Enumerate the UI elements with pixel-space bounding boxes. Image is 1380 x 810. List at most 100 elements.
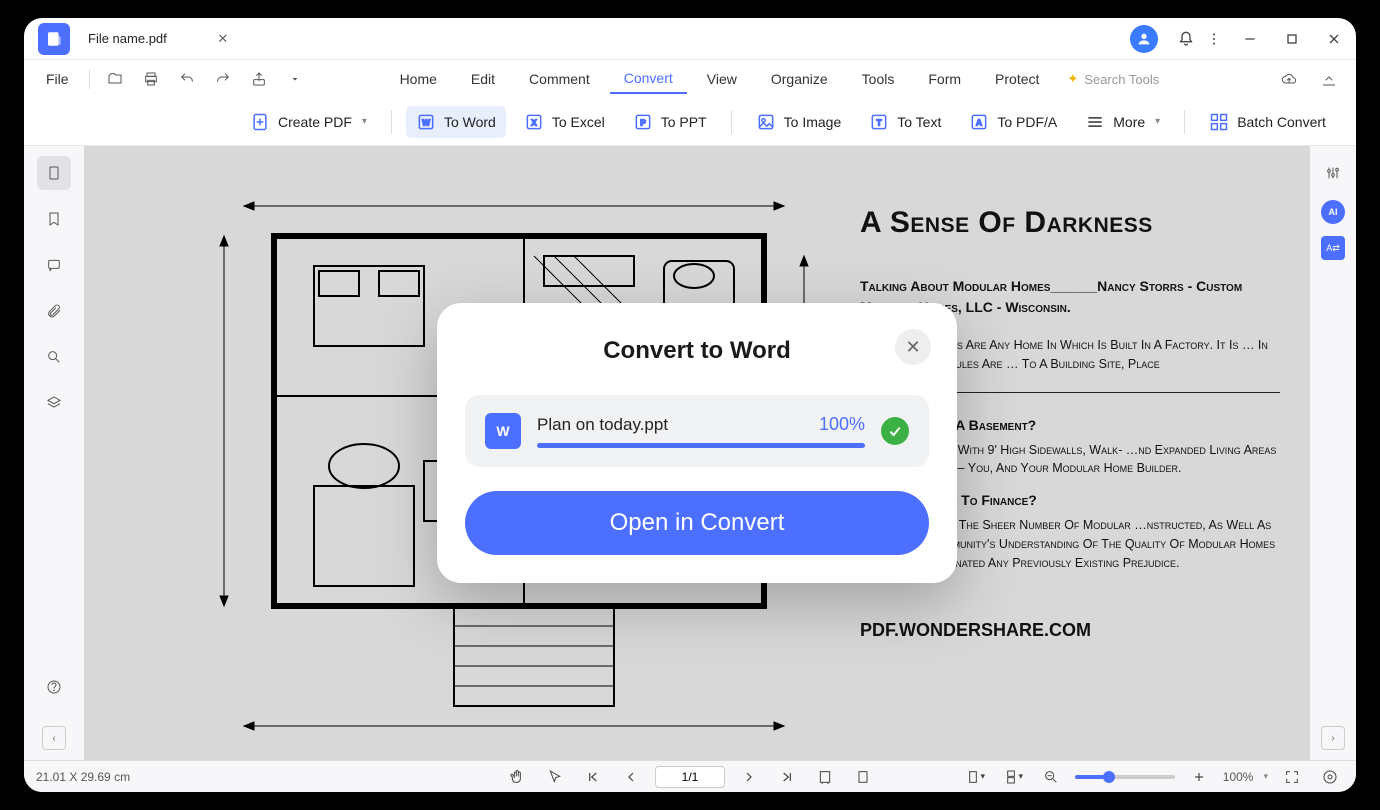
- title-bar: File name.pdf ✕: [24, 18, 1356, 60]
- conversion-file-name: Plan on today.ppt: [537, 415, 668, 435]
- redo-icon[interactable]: [208, 64, 238, 94]
- text-icon: T: [869, 112, 889, 132]
- ai-assistant-icon[interactable]: AI: [1321, 200, 1345, 224]
- search-tools-placeholder: Search Tools: [1084, 72, 1159, 87]
- open-in-convert-button[interactable]: Open in Convert: [465, 491, 929, 555]
- fullscreen-icon[interactable]: [1278, 763, 1306, 791]
- read-mode-icon[interactable]: [1316, 763, 1344, 791]
- menu-comment[interactable]: Comment: [515, 65, 604, 93]
- collapse-ribbon-icon[interactable]: [1314, 64, 1344, 94]
- cloud-upload-icon[interactable]: [1274, 64, 1304, 94]
- document-canvas[interactable]: A Sense Of Darkness Talking About Modula…: [84, 146, 1310, 760]
- create-pdf-button[interactable]: Create PDF ▾: [240, 106, 377, 138]
- layers-icon[interactable]: [37, 386, 71, 420]
- bookmarks-icon[interactable]: [37, 202, 71, 236]
- document-tab[interactable]: File name.pdf ✕: [84, 31, 243, 47]
- fit-page-icon[interactable]: [849, 763, 877, 791]
- svg-text:X: X: [531, 117, 537, 127]
- convert-dialog: Convert to Word ✕ W Plan on today.ppt 10…: [437, 303, 957, 583]
- chevron-down-icon: ▾: [1155, 116, 1160, 127]
- status-bar: 21.01 X 29.69 cm ▾ ▾ 100% ▾: [24, 760, 1356, 792]
- word-file-icon: W: [485, 413, 521, 449]
- maximize-icon[interactable]: [1278, 25, 1306, 53]
- undo-icon[interactable]: [172, 64, 202, 94]
- thumbnails-icon[interactable]: [37, 156, 71, 190]
- next-page-icon[interactable]: [735, 763, 763, 791]
- conversion-file-row: W Plan on today.ppt 100%: [465, 395, 929, 467]
- convert-toolbar: Create PDF ▾ W To Word X To Excel P To P…: [24, 98, 1356, 146]
- dialog-backdrop: Convert to Word ✕ W Plan on today.ppt 10…: [84, 146, 1310, 760]
- expand-right-icon[interactable]: ›: [1321, 726, 1345, 750]
- attachments-icon[interactable]: [37, 294, 71, 328]
- comments-icon[interactable]: [37, 248, 71, 282]
- help-icon[interactable]: [37, 670, 71, 704]
- prev-page-icon[interactable]: [617, 763, 645, 791]
- first-page-icon[interactable]: [579, 763, 607, 791]
- collapse-left-icon[interactable]: ‹: [42, 726, 66, 750]
- zoom-in-icon[interactable]: [1185, 763, 1213, 791]
- svg-text:A: A: [976, 117, 982, 127]
- file-menu[interactable]: File: [36, 67, 79, 91]
- zoom-dropdown-icon[interactable]: ▾: [1263, 771, 1268, 782]
- print-icon[interactable]: [136, 64, 166, 94]
- to-image-button[interactable]: To Image: [746, 106, 852, 138]
- svg-text:P: P: [640, 117, 646, 127]
- menu-tools[interactable]: Tools: [848, 65, 909, 93]
- fit-width-icon[interactable]: [811, 763, 839, 791]
- notification-icon[interactable]: [1172, 25, 1200, 53]
- left-panel: ‹: [24, 146, 84, 760]
- menu-convert[interactable]: Convert: [610, 64, 687, 94]
- zoom-out-icon[interactable]: [1037, 763, 1065, 791]
- kebab-menu-icon[interactable]: [1200, 25, 1228, 53]
- properties-icon[interactable]: [1318, 158, 1348, 188]
- select-tool-icon[interactable]: [541, 763, 569, 791]
- zoom-level[interactable]: 100%: [1223, 770, 1254, 784]
- menu-edit[interactable]: Edit: [457, 65, 509, 93]
- menu-protect[interactable]: Protect: [981, 65, 1053, 93]
- excel-icon: X: [524, 112, 544, 132]
- menu-form[interactable]: Form: [914, 65, 975, 93]
- success-check-icon: [881, 417, 909, 445]
- to-ppt-button[interactable]: P To PPT: [623, 106, 717, 138]
- continuous-icon[interactable]: ▾: [999, 763, 1027, 791]
- svg-text:T: T: [877, 117, 882, 127]
- to-pdfa-button[interactable]: A To PDF/A: [959, 106, 1067, 138]
- more-button[interactable]: More ▾: [1075, 106, 1170, 138]
- user-avatar[interactable]: [1130, 25, 1158, 53]
- tab-filename: File name.pdf: [88, 31, 167, 46]
- quick-access-dropdown-icon[interactable]: [280, 64, 310, 94]
- menu-home[interactable]: Home: [386, 65, 451, 93]
- to-excel-button[interactable]: X To Excel: [514, 106, 615, 138]
- svg-text:W: W: [422, 117, 430, 127]
- to-word-button[interactable]: W To Word: [406, 106, 506, 138]
- page-dimensions: 21.01 X 29.69 cm: [36, 770, 130, 784]
- pdfa-icon: A: [969, 112, 989, 132]
- conversion-percent: 100%: [819, 414, 865, 435]
- sparkle-icon: ✦: [1067, 71, 1078, 87]
- image-icon: [756, 112, 776, 132]
- batch-icon: [1209, 112, 1229, 132]
- menu-organize[interactable]: Organize: [757, 65, 842, 93]
- dialog-close-button[interactable]: ✕: [895, 329, 931, 365]
- close-window-icon[interactable]: [1320, 25, 1348, 53]
- dialog-title: Convert to Word: [465, 337, 929, 365]
- hand-tool-icon[interactable]: [503, 763, 531, 791]
- to-text-button[interactable]: T To Text: [859, 106, 951, 138]
- batch-convert-button[interactable]: Batch Convert: [1199, 106, 1336, 138]
- share-icon[interactable]: [244, 64, 274, 94]
- minimize-icon[interactable]: [1236, 25, 1264, 53]
- search-panel-icon[interactable]: [37, 340, 71, 374]
- search-tools[interactable]: ✦ Search Tools: [1067, 71, 1159, 87]
- open-icon[interactable]: [100, 64, 130, 94]
- last-page-icon[interactable]: [773, 763, 801, 791]
- tab-close-icon[interactable]: ✕: [215, 31, 231, 47]
- translate-icon[interactable]: A⇄: [1321, 236, 1345, 260]
- zoom-slider[interactable]: [1075, 775, 1175, 779]
- single-page-icon[interactable]: ▾: [961, 763, 989, 791]
- menu-bar: File Home Edit Comment Convert View Orga…: [24, 60, 1356, 98]
- ppt-icon: P: [633, 112, 653, 132]
- menu-view[interactable]: View: [693, 65, 751, 93]
- page-number-input[interactable]: [655, 766, 725, 788]
- progress-bar: [537, 443, 865, 448]
- more-icon: [1085, 112, 1105, 132]
